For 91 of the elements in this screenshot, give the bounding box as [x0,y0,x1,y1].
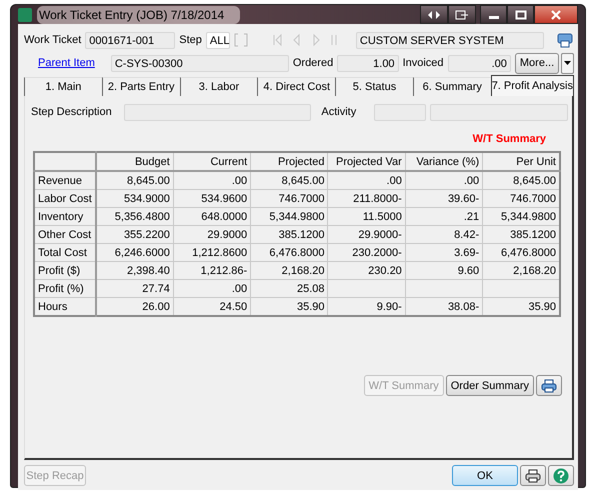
table-cell: 27.74 [96,280,174,298]
table-cell: 648.0000 [173,208,251,226]
ordered-label: Ordered [292,57,334,69]
print-button[interactable] [536,375,562,396]
step-description-field[interactable] [124,104,312,120]
minimize-icon [488,16,498,18]
table-cell: 1,212.86- [173,262,251,280]
table-cell: 211.8000- [328,190,406,208]
window-title: Work Ticket Entry (JOB) 7/18/2014 [37,6,240,24]
more-button[interactable]: More... [514,52,560,74]
tab[interactable]: 5. Status [335,77,413,96]
table-cell: 8.42- [405,226,483,244]
help-button[interactable] [548,465,574,486]
work-ticket-label: Work Ticket [24,34,82,46]
summary-button[interactable]: Order Summary [446,375,534,396]
maximize-button[interactable] [507,5,534,24]
table-cell: 8,645.00 [250,171,328,190]
table-cell: .00 [328,171,406,190]
navigate-icon[interactable] [420,5,448,24]
column-header: Current [173,152,251,171]
help-icon [553,468,569,484]
activity-label: Activity [321,106,356,118]
print-button[interactable] [520,465,546,486]
row-header: Revenue [34,171,96,190]
maximize-icon [514,10,526,20]
ordered-field[interactable]: 1.00 [337,54,399,72]
row-header: Labor Cost [34,190,96,208]
column-header: Projected Var [328,152,406,171]
step-label: Step [179,34,202,46]
column-header: Budget [96,152,174,171]
step-field[interactable]: ALL [206,32,230,48]
invoiced-field[interactable]: .00 [448,54,511,72]
table-cell: 5,344.9800 [250,208,328,226]
table-cell: 25.08 [250,280,328,298]
column-header: Variance (%) [405,152,483,171]
table-cell: 39.60- [405,190,483,208]
table-cell: 2,168.20 [250,262,328,280]
table-cell: 11.5000 [328,208,406,226]
table-cell: 6,246.6000 [96,244,174,262]
invoiced-label: Invoiced [402,57,444,69]
table-cell: 9.60 [405,262,483,280]
caret-icon [564,61,572,65]
tab[interactable]: 1. Main [24,77,102,96]
row-header: Profit ($) [34,262,96,280]
row-header: Total Cost [34,244,96,262]
table-cell: .21 [405,208,483,226]
ok-button[interactable]: OK [452,465,518,486]
close-icon [550,10,562,20]
table-cell: 534.9000 [96,190,174,208]
table-cell: 230.2000- [328,244,406,262]
table-cell: 6,476.8000 [250,244,328,262]
printer-icon[interactable] [556,31,574,49]
table-cell: 355.2200 [96,226,174,244]
table-cell: 230.20 [328,262,406,280]
exit-icon[interactable] [448,5,476,24]
tab[interactable]: 4. Direct Cost [257,77,336,96]
column-header: Projected [250,152,328,171]
close-button[interactable] [534,5,578,24]
table-cell: 2,398.40 [96,262,174,280]
table-cell: 8,645.00 [96,171,174,190]
row-header: Inventory [34,208,96,226]
table-cell: 29.9000- [328,226,406,244]
printer-icon [525,468,541,482]
tab[interactable]: 6. Summary [412,77,491,96]
table-cell: 534.9600 [173,190,251,208]
table-cell: 746.7000 [250,190,328,208]
parent-item-link[interactable]: Parent Item [38,57,95,69]
table-cell: .00 [173,280,251,298]
row-header: Profit (%) [34,280,96,298]
tab[interactable]: 3. Labor [180,77,258,96]
work-ticket-field[interactable]: 0001671-001 [85,32,176,48]
step-description-label: Step Description [31,106,112,118]
table-cell: 29.9000 [173,226,251,244]
activity-description-field[interactable] [430,104,568,120]
table-cell: .00 [405,171,483,190]
app-logo-icon [18,8,32,22]
row-header: Other Cost [34,226,96,244]
description-field[interactable]: CUSTOM SERVER SYSTEM [356,32,544,48]
summary-title: W/T Summary [472,133,546,145]
parent-item-field[interactable]: C-SYS-00300 [110,54,289,72]
table-cell: 385.1200 [250,226,328,244]
tab[interactable]: 2. Parts Entry [102,77,180,96]
printer-icon [541,378,557,392]
tab[interactable]: 7. Profit Analysis [490,75,574,96]
table-cell: 5,356.4800 [96,208,174,226]
table-cell: 3.69- [405,244,483,262]
minimize-button[interactable] [480,5,507,24]
activity-field[interactable] [374,104,426,120]
dropdown-button[interactable] [561,52,574,74]
table-cell: 1,212.8600 [173,244,251,262]
table-cell: .00 [173,171,251,190]
